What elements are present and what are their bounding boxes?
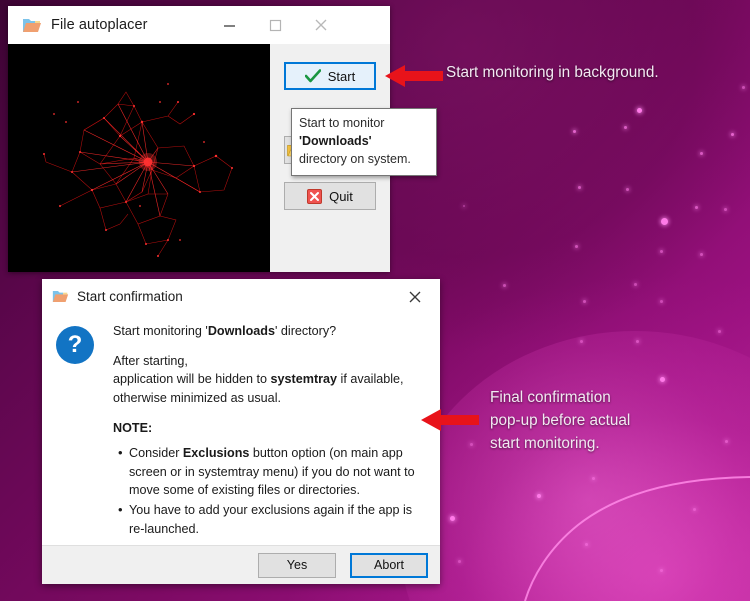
bullet2-text: You have to add your exclusions again if… [129,503,413,536]
start-button-tooltip: Start to monitor 'Downloads' directory o… [291,108,437,177]
dialog-content: ? Start monitoring 'Downloads' directory… [42,314,440,545]
start-button[interactable]: Start [284,62,376,90]
red-network-graphic [43,83,233,257]
tooltip-line-2: 'Downloads' [299,132,429,150]
left-arrow-icon [421,409,479,431]
start-confirmation-dialog: Start confirmation ? Start monitoring 'D… [42,279,440,584]
para2-line2-pre: application will be hidden to [113,372,271,387]
dialog-close-button[interactable] [396,279,434,314]
maximize-icon [269,19,281,31]
dialog-title: Start confirmation [77,289,183,304]
minimize-button[interactable] [206,6,252,44]
question-prefix: Start monitoring ' [113,324,208,338]
annotation-start-monitoring: Start monitoring in background. [446,64,659,81]
dialog-note-heading: NOTE: [113,420,153,435]
bullet1-exclusions: Exclusions [182,446,250,461]
para2-line2-post: if available, [337,372,404,387]
question-downloads: Downloads [207,324,275,338]
para2-line1: After starting, [113,353,188,368]
dialog-note-list: Consider Exclusions button option (on ma… [113,443,426,538]
dialog-titlebar[interactable]: Start confirmation [42,279,440,314]
left-arrow-icon [385,65,443,87]
list-item: You have to add your exclusions again if… [118,500,426,538]
desktop-background: File autoplacer Start Quit Start to moni… [0,0,750,601]
dialog-question: Start monitoring 'Downloads' directory? [113,322,426,341]
dialog-paragraph-2: After starting, application will be hidd… [113,352,426,408]
yes-button[interactable]: Yes [258,552,336,578]
dialog-footer: Yes Abort [42,545,440,584]
start-button-label: Start [327,68,356,84]
question-mark-glyph: ? [67,331,83,358]
main-window-title: File autoplacer [51,17,148,33]
close-button[interactable] [298,6,344,44]
quit-button-label: Quit [329,188,353,204]
tooltip-line-3: directory on system. [299,152,411,167]
folder-icon [23,18,41,32]
quit-button[interactable]: Quit [284,182,376,210]
para2-systemtray: systemtray [270,372,338,387]
annotation-final-confirmation: Final confirmation pop-up before actual … [490,389,631,452]
para2-line3: otherwise minimized as usual. [113,390,281,405]
list-item: Consider Exclusions button option (on ma… [118,443,426,500]
close-icon [315,19,327,31]
network-preview-panel [8,44,270,272]
bullet1-pre: Consider [129,446,183,461]
main-window: File autoplacer Start Quit Start to moni… [8,6,437,272]
tooltip-downloads-text: 'Downloads' [299,134,372,149]
desktop-glow [400,331,750,601]
tooltip-line-1: Start to monitor [299,116,385,130]
green-check-icon [304,69,321,83]
question-suffix: ' directory? [274,324,337,338]
abort-button[interactable]: Abort [350,552,428,578]
maximize-button[interactable] [252,6,298,44]
question-mark-icon: ? [56,326,94,364]
dialog-message: Start monitoring 'Downloads' directory? … [113,322,426,545]
main-window-titlebar[interactable]: File autoplacer [8,6,390,44]
minimize-icon [223,24,235,27]
folder-icon [52,290,69,303]
red-x-icon [307,188,323,204]
close-icon [409,291,421,302]
